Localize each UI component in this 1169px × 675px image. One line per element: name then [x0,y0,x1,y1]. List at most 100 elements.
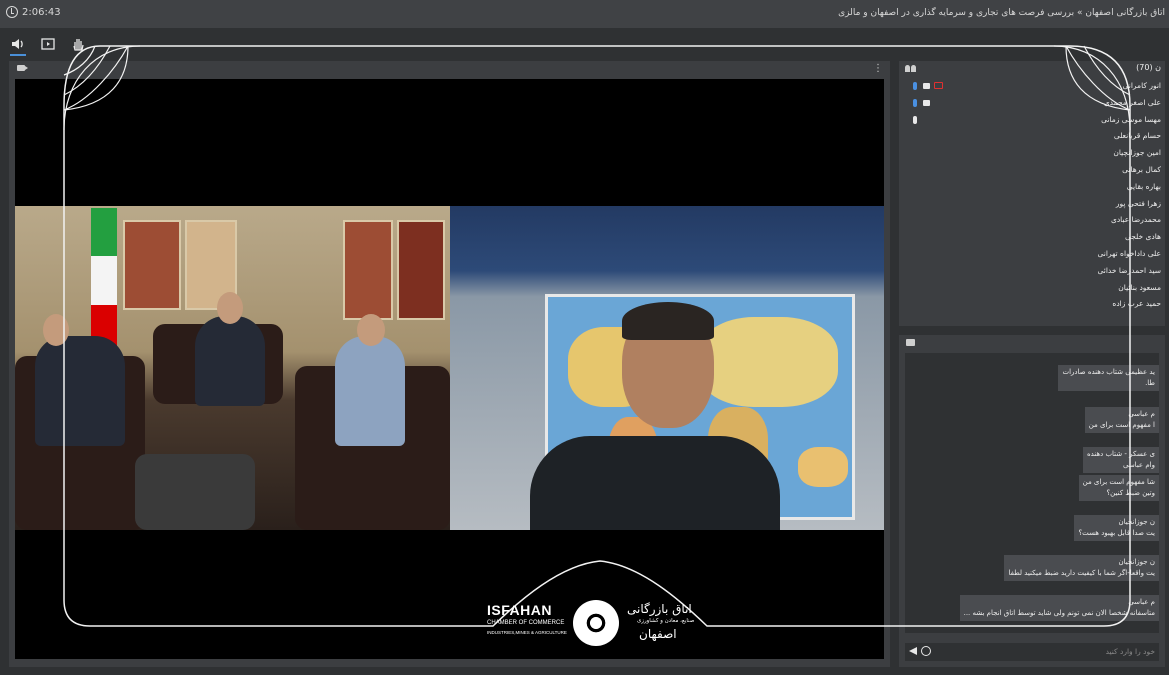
present-icon[interactable] [40,36,56,52]
chat-message: م عباسی ا مفهوم است برای من [1084,407,1159,433]
chat-message: ن جوزانچیان یت واقعا-اگر شما با کیفیت دا… [1004,555,1159,581]
participant-row[interactable]: سید احمدرضا خدائی [899,264,1165,281]
logo-persian-name: اتاق بازرگانی [627,602,692,616]
video-camera-icon [923,99,930,106]
top-bar: 2:06:43 اتاق بازرگانی اصفهان » بررسی فرص… [0,0,1169,28]
speaker-icon[interactable] [10,36,26,52]
video-feed-right[interactable] [450,206,884,530]
wall-poster [343,220,393,320]
people-icon [905,65,917,72]
active-indicator [10,54,26,56]
participant-row[interactable]: علی اصغر محمدی [899,96,1165,113]
chat-input-bar: خود را وارد کنید [905,643,1159,661]
coffee-table [135,454,255,530]
logo-emblem-icon [573,600,619,646]
more-options-icon[interactable]: ⋮ [873,63,883,74]
flag-image [91,208,117,353]
send-icon[interactable] [909,647,917,655]
participant-row[interactable]: انور کامرانی [899,79,1165,96]
participant-name: هادی خلجی [1124,232,1161,242]
person-head [217,292,243,324]
person-seated [335,336,405,446]
participant-row[interactable]: کمال برهانی [899,163,1165,180]
video-panel: ⋮ [9,61,890,667]
raise-hand-icon[interactable] [70,36,86,52]
participants-list: انور کامرانی علی اصغر محمدی مهسا موسی زم… [899,79,1165,314]
chat-message-text: ا مفهوم است برای من [1088,421,1155,429]
participants-count: ن (70) [1136,63,1161,72]
speaker-person-hair [622,302,714,340]
video-feed-left[interactable] [15,206,450,530]
chat-message-text: یت صدا قابل بهبود هست؟ [1078,529,1155,537]
participant-name: مهسا موسی زمانی [1101,114,1161,124]
meeting-title: اتاق بازرگانی اصفهان » بررسی فرصت های تج… [838,8,1165,18]
participant-name: سید احمدرضا خدائی [1097,265,1161,275]
person-seated [195,316,265,406]
clock-icon [6,6,18,18]
participant-name: کمال برهانی [1122,164,1161,174]
chat-message: شا مفهوم است برای من وتین ضبط کنین؟ [1078,475,1159,501]
participant-name: علی اصغر محمدی [1103,97,1161,107]
emoji-icon[interactable] [921,646,931,656]
chat-message: ید عظیمی شتاب دهنده صادرات طا. [1058,365,1159,391]
chat-bubble-icon [906,339,915,346]
chat-message-sender: م عباسی [1128,410,1155,418]
mic-icon [913,115,917,124]
mic-icon [913,82,917,90]
participant-name: حسام قربانعلی [1113,131,1161,141]
participant-row[interactable]: زهرا فتحی پور [899,197,1165,214]
chat-message-text: یت واقعا-اگر شما با کیفیت دارید ضبط میکن… [1008,569,1155,577]
chat-message-sender: ن جوزانچیان [1118,558,1156,566]
wall-poster [397,220,445,320]
chat-message-text: طا. [1145,379,1155,387]
logo-english-sub2: INDUSTRIES,MINES & AGRICULTURE [487,630,567,635]
chat-message-sender: شا مفهوم است برای من [1082,478,1155,486]
participant-name: امین جوزانچیان [1113,148,1161,158]
participant-row[interactable]: هادی خلجی [899,230,1165,247]
chat-message-text: وتین ضبط کنین؟ [1106,489,1155,497]
participant-row[interactable]: امین جوزانچیان [899,146,1165,163]
participant-name: مسعود بنائیان [1118,282,1161,292]
logo-persian-sub: صنایع، معادن و کشاورزی [637,618,695,624]
screen-share-icon [934,82,943,89]
participant-row[interactable]: حمید عرب زاده [899,297,1165,314]
person-head [357,314,385,346]
person-seated [35,336,125,446]
speaker-person-body [530,436,780,530]
participant-row[interactable]: مهسا موسی زمانی [899,113,1165,130]
chat-message: م عباسی متاسفانه شخصا الان نمی تونم ولی … [959,595,1159,621]
participants-panel: ن (70) انور کامرانی علی اصغر محمدی مهسا … [899,61,1165,326]
participant-row[interactable]: مسعود بنائیان [899,281,1165,298]
chat-message-sender: م عباسی [1128,598,1155,606]
wall-poster [123,220,181,310]
video-camera-icon [923,83,930,89]
chat-panel: ید عظیمی شتاب دهنده صادرات طا. م عباسی ا… [899,335,1165,667]
video-panel-header: ⋮ [9,61,890,77]
participant-row[interactable]: حسام قربانعلی [899,129,1165,146]
chat-message-sender: ید عظیمی شتاب دهنده صادرات [1062,368,1155,376]
participant-row[interactable]: محمدرضا عبادی [899,213,1165,230]
chat-message: ن جوزانچیان یت صدا قابل بهبود هست؟ [1074,515,1159,541]
participant-row[interactable]: بهاره بقایی [899,180,1165,197]
participant-name: انور کامرانی [1122,81,1162,90]
participant-name: حمید عرب زاده [1112,299,1161,309]
chat-message-sender: ن جوزانچیان [1118,518,1156,526]
chat-message-text: متاسفانه شخصا الان نمی تونم ولی شاید توس… [963,609,1155,617]
participant-row[interactable]: علی داداخواه تهرانی [899,247,1165,264]
participant-name: بهاره بقایی [1126,181,1161,191]
participant-name: علی داداخواه تهرانی [1097,248,1161,258]
logo-english-name: ISFAHAN [487,602,552,618]
logo-persian-city: اصفهان [639,627,677,641]
participant-name: زهرا فتحی پور [1115,198,1161,208]
chamber-logo: ISFAHAN CHAMBER OF COMMERCE INDUSTRIES,M… [487,582,717,668]
chat-message: ی عسکر - شتاب دهنده وام عباسی [1082,447,1159,473]
person-head [43,314,69,346]
chat-input[interactable]: خود را وارد کنید [1106,647,1155,656]
logo-english-sub: CHAMBER OF COMMERCE [487,620,565,626]
video-stage[interactable] [15,79,884,659]
session-timer: 2:06:43 [6,6,61,18]
toolbar [0,28,1169,58]
participants-header: ن (70) [899,61,1165,77]
chat-messages[interactable]: ید عظیمی شتاب دهنده صادرات طا. م عباسی ا… [905,353,1159,633]
chat-message-sender: ی عسکر - شتاب دهنده [1086,450,1155,458]
